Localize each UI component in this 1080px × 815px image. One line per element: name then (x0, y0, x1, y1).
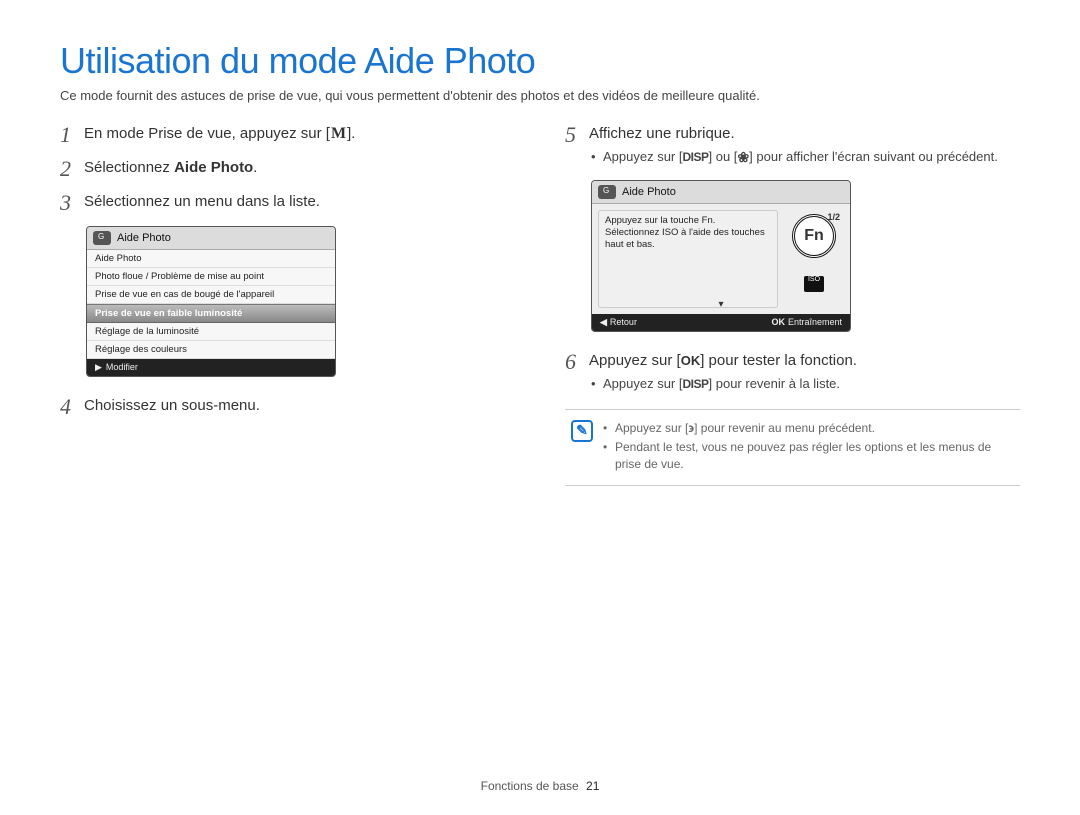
step-number: 3 (60, 191, 84, 215)
camera-screen-detail: Aide Photo 1/2 Appuyez sur la touche Fn.… (591, 180, 851, 332)
step-2-text: Sélectionnez Aide Photo. (84, 159, 257, 176)
step-1: 1 En mode Prise de vue, appuyez sur [M]. (60, 123, 515, 147)
step-6: 6 Appuyez sur [OK] pour tester la foncti… (565, 350, 1020, 395)
bullet-pre: Appuyez sur [ (603, 149, 683, 164)
instruction-box: Appuyez sur la touche Fn. Sélectionnez I… (598, 210, 778, 308)
screen-menu-list: Aide Photo Photo floue / Problème de mis… (87, 250, 335, 359)
step-6-post: ] pour tester la fonction. (700, 352, 857, 369)
note-icon: ✎ (571, 420, 593, 442)
step-4: 4 Choisissez un sous-menu. (60, 395, 515, 419)
step-2-pre: Sélectionnez (84, 159, 174, 176)
footer-section: Fonctions de base (481, 779, 579, 793)
ok-icon: OK (681, 352, 701, 370)
bullet-item: • Appuyez sur [DISP] pour revenir à la l… (591, 375, 1020, 393)
step-number: 5 (565, 123, 589, 147)
step-5: 5 Affichez une rubrique. • Appuyez sur [… (565, 123, 1020, 170)
step-6-pre: Appuyez sur [ (589, 352, 681, 369)
note-pre: Appuyez sur [ (615, 421, 688, 435)
back-label: Retour (610, 317, 637, 327)
note-callout: ✎ • Appuyez sur [϶] pour revenir au menu… (565, 409, 1020, 486)
bullet-dot-icon: • (603, 420, 615, 437)
screen-title: Aide Photo (622, 186, 676, 198)
step-number: 1 (60, 123, 84, 147)
step-number: 4 (60, 395, 84, 419)
screen-title: Aide Photo (117, 232, 171, 244)
step-3-text: Sélectionnez un menu dans la liste. (84, 193, 320, 210)
camera-mode-icon (598, 185, 616, 199)
disp-icon: DISP (683, 149, 709, 166)
iso-icon: ISO (804, 276, 824, 292)
page-indicator: 1/2 (827, 212, 840, 222)
camera-mode-icon (93, 231, 111, 245)
step-1-post: ]. (347, 125, 355, 142)
macro-flower-icon: ❀ (737, 148, 749, 168)
step-5-text: Affichez une rubrique. (589, 125, 735, 142)
list-item: Prise de vue en cas de bougé de l'appare… (87, 286, 335, 304)
footer-page-number: 21 (586, 779, 599, 793)
left-arrow-icon: ◀ (600, 317, 607, 327)
bullet-post: ] pour revenir à la liste. (709, 376, 841, 391)
list-item: Réglage des couleurs (87, 341, 335, 359)
bullet-item: • Appuyez sur [DISP] ou [❀] pour affiche… (591, 148, 1020, 168)
screen-body: 1/2 Appuyez sur la touche Fn. Sélectionn… (592, 204, 850, 314)
disp-icon: DISP (683, 376, 709, 393)
camera-screen-menu: Aide Photo Aide Photo Photo floue / Prob… (86, 226, 336, 377)
bullet-dot-icon: • (603, 439, 615, 473)
step-2-bold: Aide Photo (174, 159, 253, 176)
step-number: 6 (565, 350, 589, 374)
page-title: Utilisation du mode Aide Photo (60, 40, 1020, 82)
list-item: Réglage de la luminosité (87, 323, 335, 341)
step-1-pre: En mode Prise de vue, appuyez sur [ (84, 125, 330, 142)
left-column: 1 En mode Prise de vue, appuyez sur [M].… (60, 123, 515, 486)
bullet-mid: ] ou [ (709, 149, 738, 164)
note-bullet: • Appuyez sur [϶] pour revenir au menu p… (603, 420, 1014, 437)
fn-illustration: Fn ISO (784, 210, 844, 308)
bullet-dot-icon: • (591, 375, 603, 393)
screen-header: Aide Photo (592, 181, 850, 204)
screen-footer: ▶ Modifier (87, 359, 335, 376)
screen-footer: ◀Retour OKEntraînement (592, 314, 850, 331)
bullet-pre: Appuyez sur [ (603, 376, 683, 391)
note-post: ] pour revenir au menu précédent. (694, 421, 875, 435)
step-3: 3 Sélectionnez un menu dans la liste. (60, 191, 515, 215)
right-column: 5 Affichez une rubrique. • Appuyez sur [… (565, 123, 1020, 486)
bullet-post: ] pour afficher l'écran suivant ou précé… (749, 149, 998, 164)
step-1-text: En mode Prise de vue, appuyez sur [M]. (84, 125, 355, 142)
list-item: Aide Photo (87, 250, 335, 268)
step-2-post: . (253, 159, 257, 176)
intro-text: Ce mode fournit des astuces de prise de … (60, 88, 1020, 103)
m-icon: M (331, 123, 346, 145)
bullet-dot-icon: • (591, 148, 603, 168)
train-label: Entraînement (788, 317, 842, 327)
list-item: Photo floue / Problème de mise au point (87, 268, 335, 286)
screen-header: Aide Photo (87, 227, 335, 250)
list-item-selected: Prise de vue en faible luminosité (87, 304, 335, 323)
chevron-down-icon: ▾ (718, 299, 723, 310)
note-text: Pendant le test, vous ne pouvez pas régl… (615, 439, 1014, 473)
ok-icon: OK (771, 317, 785, 327)
two-column-layout: 1 En mode Prise de vue, appuyez sur [M].… (60, 123, 1020, 486)
footer-action: Modifier (106, 362, 138, 372)
step-2: 2 Sélectionnez Aide Photo. (60, 157, 515, 181)
note-bullet: • Pendant le test, vous ne pouvez pas ré… (603, 439, 1014, 473)
right-arrow-icon: ▶ (95, 362, 102, 372)
step-4-text: Choisissez un sous-menu. (84, 397, 260, 414)
page-footer: Fonctions de base 21 (0, 779, 1080, 793)
step-6-text: Appuyez sur [OK] pour tester la fonction… (589, 352, 857, 369)
step-number: 2 (60, 157, 84, 181)
